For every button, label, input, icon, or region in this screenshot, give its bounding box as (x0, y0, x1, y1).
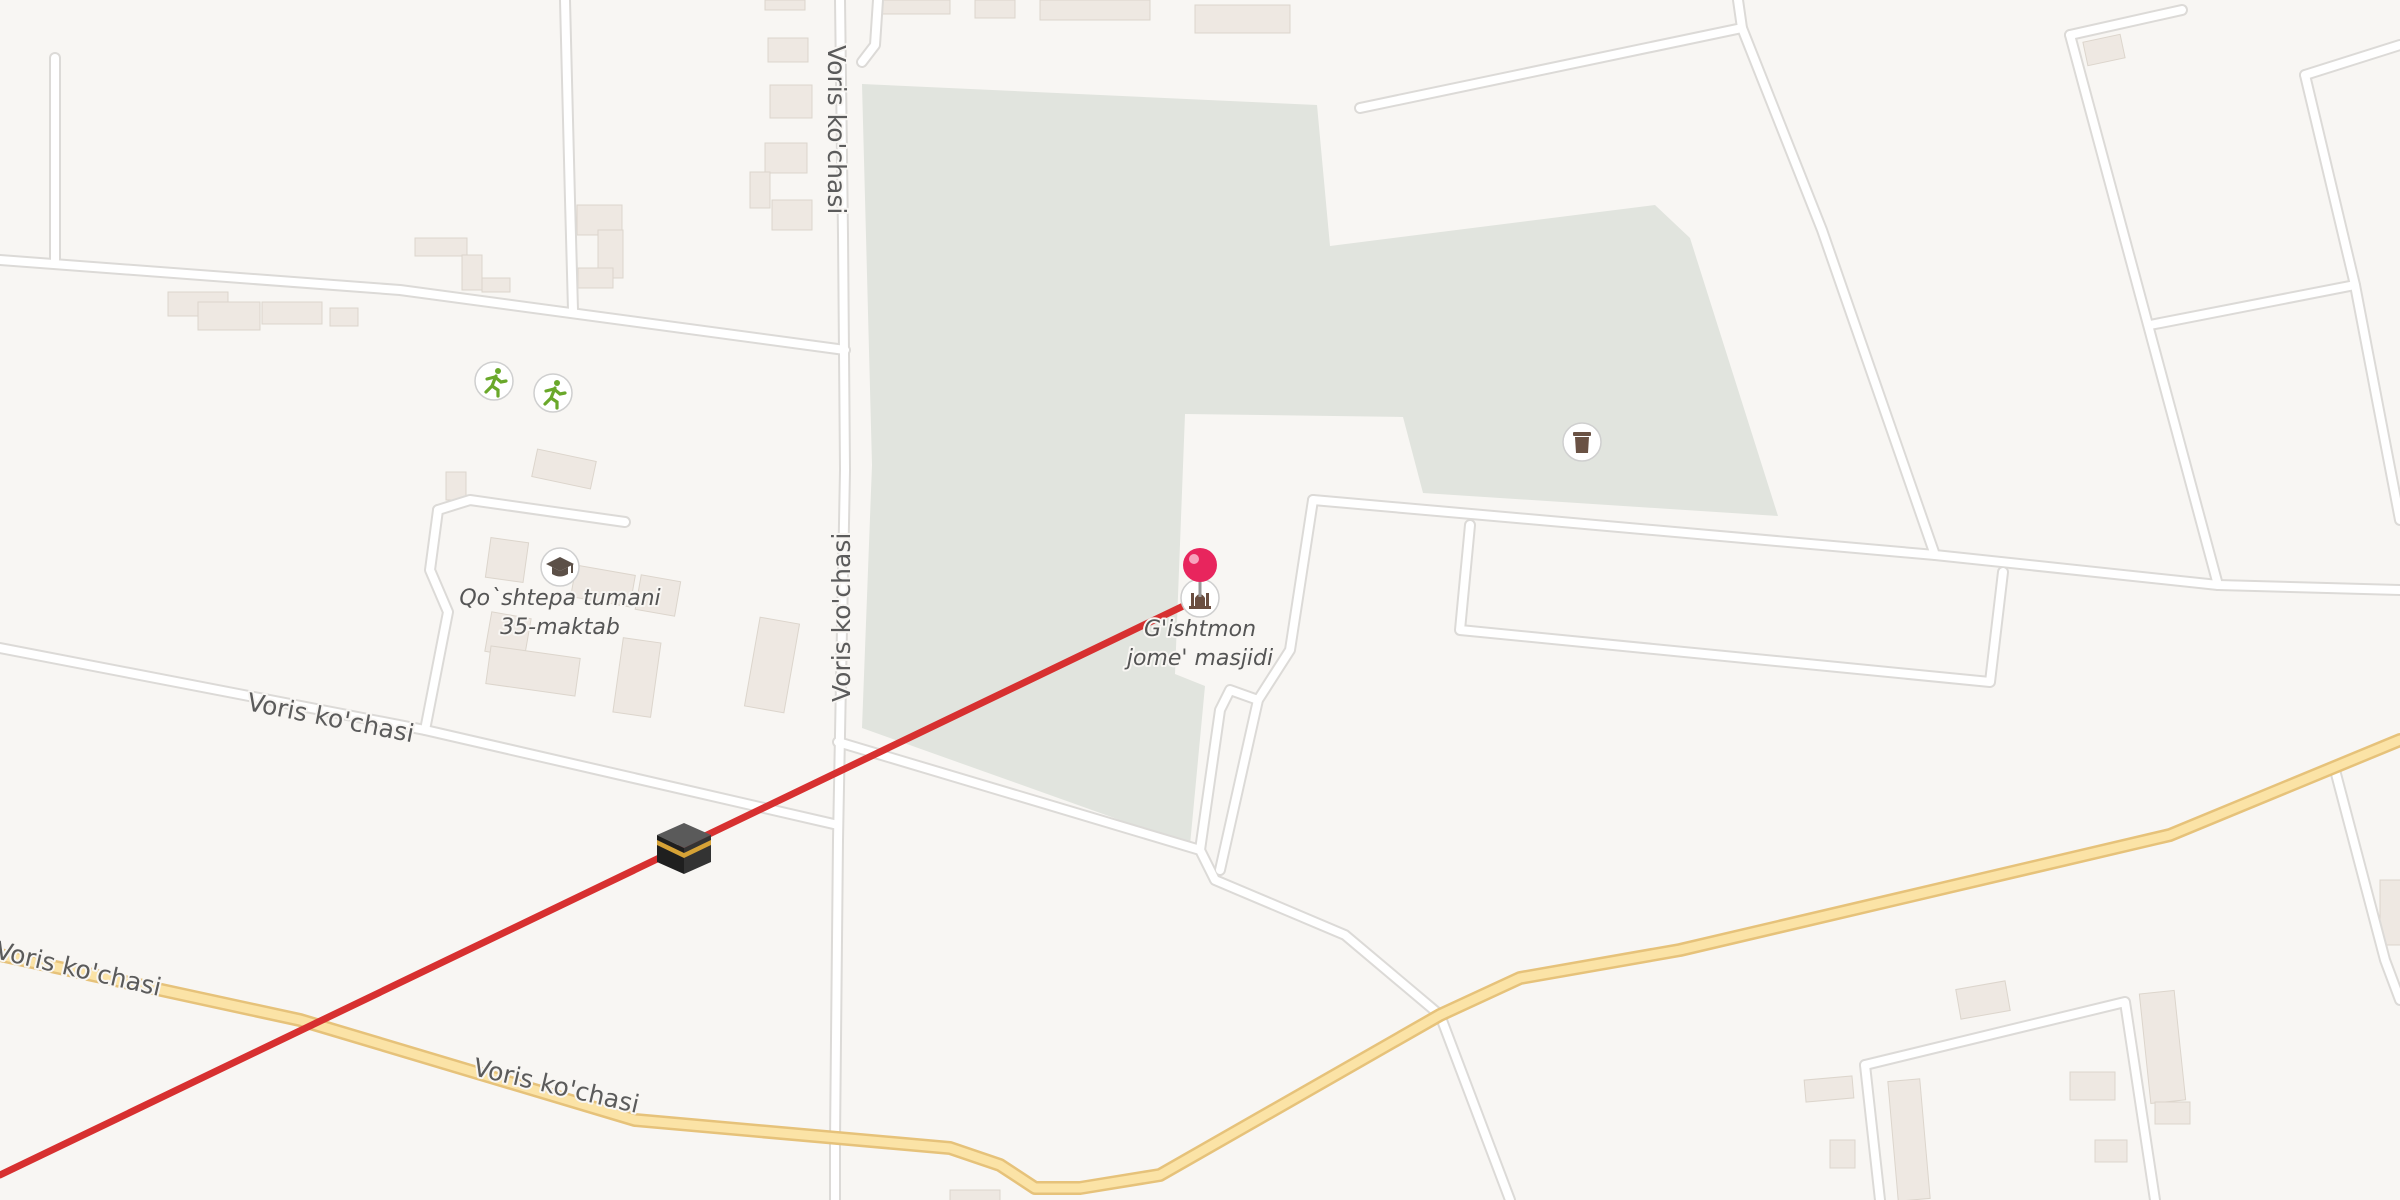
poi-label-line1: Qo`shtepa tumani (459, 586, 660, 611)
street-label: Voris ko'chasi (827, 533, 856, 702)
street-label: Voris ko'chasi (822, 45, 851, 214)
poi-label-line2: 35-maktab (500, 615, 620, 640)
cemetery-poi[interactable] (1562, 422, 1602, 462)
sports-poi[interactable] (533, 373, 573, 413)
sports-poi[interactable] (474, 361, 514, 401)
poi-label-line2: jome' masjidi (1124, 646, 1273, 671)
poi-label-line1: G'ishtmon (1144, 617, 1256, 642)
map-canvas[interactable]: Voris ko'chasi Voris ko'chasi Voris ko'c… (0, 0, 2400, 1200)
